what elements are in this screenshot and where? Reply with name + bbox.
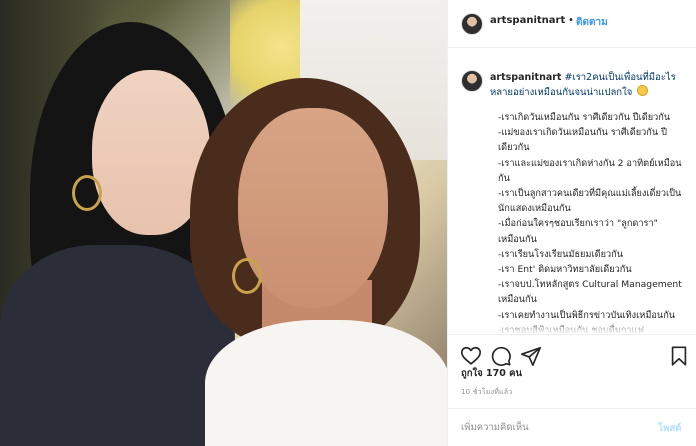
caption-line: -เรา Ent' ติดมหาวิทยาลัยเดียวกัน	[498, 264, 632, 276]
post-timestamp[interactable]: 10 ชั่วโมงที่แล้ว	[461, 387, 512, 398]
post-header: artspanitnart • ติดตาม	[448, 0, 696, 48]
smile-emoji-icon	[637, 85, 649, 96]
comment-input[interactable]: เพิ่มความคิดเห็น	[461, 420, 651, 436]
post-comment-button[interactable]: โพสต์	[658, 421, 681, 436]
caption-line: -เราชอบสีฟ้าเหมือนกัน ชอบดื่มกาแฟ	[498, 324, 644, 334]
caption-line: -เราเคยทำงานเป็นพิธีกรข่าวบันเทิงเหมือนก…	[498, 309, 676, 321]
comment-icon[interactable]	[490, 345, 512, 367]
caption-line: -เราจบป.โทหลักสูตร Cultural Management เ…	[498, 279, 682, 306]
caption-body: -เราเกิดวันเหมือนกัน ราศีเดียวกัน ปีเดีย…	[498, 110, 683, 334]
header-username[interactable]: artspanitnart	[490, 15, 565, 26]
caption-line: -เราเป็นลูกสาวคนเดียวที่มีคุณแม่เลี้ยงเด…	[498, 188, 682, 215]
likes-count[interactable]: ถูกใจ 170 คน	[461, 366, 522, 381]
caption-line: -แม่ของเราเกิดวันเหมือนกัน ราศีเดียวกัน …	[498, 127, 667, 154]
follow-button[interactable]: ติดตาม	[576, 15, 608, 30]
post-photo	[0, 0, 447, 446]
photo-earring-left	[72, 175, 102, 211]
header-separator: •	[568, 15, 574, 26]
share-icon[interactable]	[520, 345, 542, 367]
post-side-panel: artspanitnart • ติดตาม artspanitnart #เร…	[447, 0, 696, 446]
caption-head-text: artspanitnart #เรา2คนเป็นเพื่อนที่มีอะไร…	[490, 70, 690, 100]
caption-line: -เราเรียนโรงเรียนมัธยมเดียวกัน	[498, 248, 623, 260]
avatar[interactable]	[461, 13, 483, 35]
caption-line: -เมื่อก่อนใครๆชอบเรียกเราว่า "ลูกดารา" เ…	[498, 218, 658, 245]
comment-bar: เพิ่มความคิดเห็น โพสต์	[448, 408, 696, 446]
bookmark-icon[interactable]	[668, 345, 690, 367]
photo-person-right-shirt	[205, 320, 447, 446]
caption-avatar[interactable]	[461, 70, 483, 92]
caption-username[interactable]: artspanitnart	[490, 72, 561, 83]
heart-icon[interactable]	[460, 345, 482, 367]
photo-earring-right	[232, 258, 262, 294]
caption-line: -เราเกิดวันเหมือนกัน ราศีเดียวกัน ปีเดีย…	[498, 112, 671, 123]
caption-line: -เราและแม่ของเราเกิดห่างกัน 2 อาทิตย์เหม…	[498, 157, 682, 184]
